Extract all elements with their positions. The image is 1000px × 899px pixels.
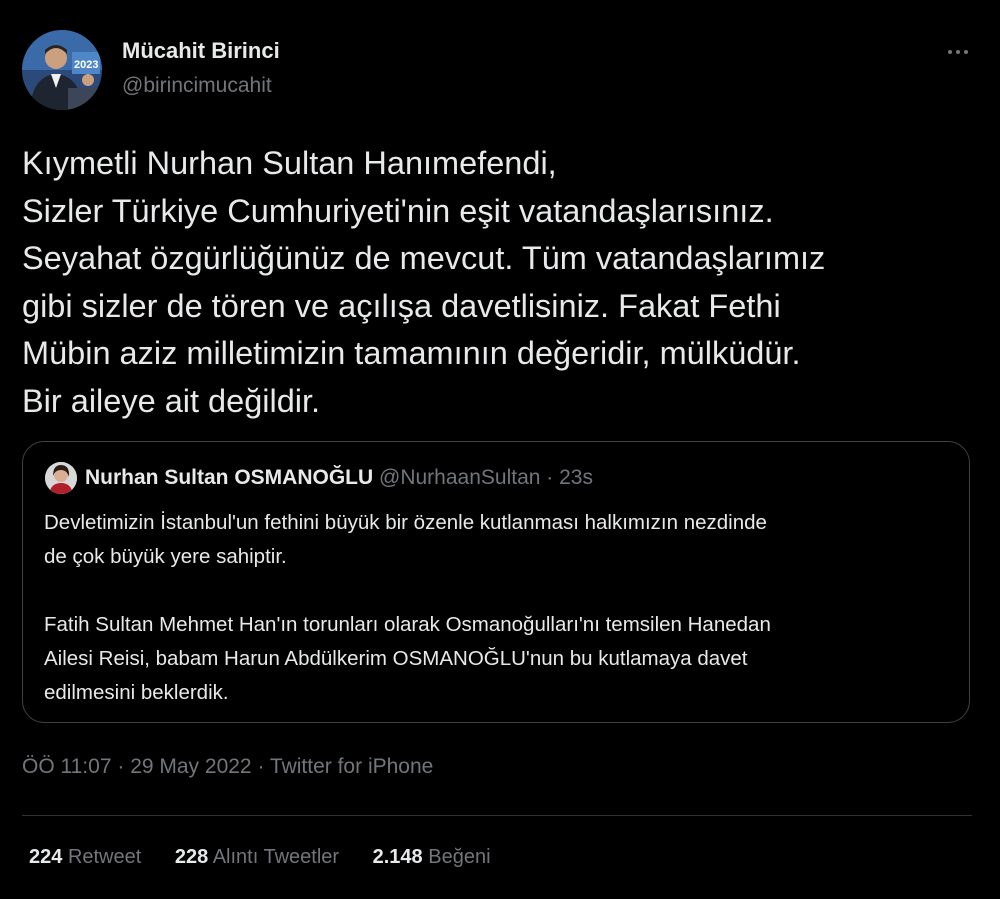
quoted-text-line: Fatih Sultan Mehmet Han'ın torunları ola… <box>44 613 771 636</box>
more-dot-icon <box>948 50 952 54</box>
quoted-author-handle[interactable]: @NurhaanSultan <box>379 466 540 489</box>
tweet-source[interactable]: Twitter for iPhone <box>270 755 433 778</box>
retweets-count: 224 <box>29 846 63 868</box>
tweet-text-line: Mübin aziz milletimizin tamamının değeri… <box>22 335 801 372</box>
tweet-text-line: Bir aileye ait değildir. <box>22 382 321 419</box>
quote-tweets-stat[interactable]: 228 Alıntı Tweetler <box>175 846 339 869</box>
quoted-separator: · <box>546 466 554 489</box>
more-dot-icon <box>956 50 960 54</box>
tweet-text: Kıymetli Nurhan Sultan Hanımefendi, Sizl… <box>22 140 978 426</box>
quoted-author-avatar[interactable] <box>45 462 77 494</box>
avatar-badge-text: 2023 <box>74 59 98 71</box>
retweets-label: Retweet <box>67 846 142 868</box>
quote-tweets-label: Alıntı Tweetler <box>212 846 340 868</box>
quoted-timestamp[interactable]: 23s <box>559 466 593 489</box>
retweets-stat[interactable]: 224 Retweet <box>29 846 141 869</box>
quoted-text-line: edilmesini beklerdik. <box>44 681 229 704</box>
quoted-text-line: Devletimizin İstanbul'un fethini büyük b… <box>44 511 767 534</box>
quoted-profile-photo-icon <box>45 462 77 494</box>
quoted-text-line: Ailesi Reisi, babam Harun Abdülkerim OSM… <box>44 647 748 670</box>
more-dot-icon <box>964 50 968 54</box>
author-handle[interactable]: @birincimucahit <box>122 74 272 98</box>
tweet-text-line: gibi sizler de tören ve açılışa davetlis… <box>22 287 781 324</box>
tweet-time[interactable]: ÖÖ 11:07 <box>22 755 112 778</box>
author-name[interactable]: Mücahit Birinci <box>122 38 280 64</box>
likes-label: Beğeni <box>428 846 491 868</box>
meta-separator: · <box>257 755 265 778</box>
tweet: 2023 Mücahit Birinci @birincimucahit Kıy… <box>0 0 1000 899</box>
quoted-tweet[interactable]: Nurhan Sultan OSMANOĞLU @NurhaanSultan ·… <box>22 441 970 723</box>
tweet-stats: 224 Retweet 228 Alıntı Tweetler 2.148 Be… <box>29 846 519 869</box>
divider <box>22 815 972 816</box>
more-options-button[interactable] <box>940 38 976 66</box>
quoted-author-name[interactable]: Nurhan Sultan OSMANOĞLU <box>85 466 373 489</box>
quote-tweets-count: 228 <box>174 846 209 868</box>
meta-separator: · <box>117 755 125 778</box>
tweet-meta: ÖÖ 11:07 · 29 May 2022 · Twitter for iPh… <box>22 755 433 779</box>
tweet-text-line: Kıymetli Nurhan Sultan Hanımefendi, <box>22 145 557 181</box>
profile-photo-icon: 2023 <box>22 30 102 110</box>
tweet-text-line: Sizler Türkiye Cumhuriyeti'nin eşit vata… <box>22 192 774 229</box>
quoted-header: Nurhan Sultan OSMANOĞLU @NurhaanSultan ·… <box>85 466 593 490</box>
quoted-text-line: de çok büyük yere sahiptir. <box>44 545 287 568</box>
tweet-date[interactable]: 29 May 2022 <box>130 755 251 778</box>
tweet-text-line: Seyahat özgürlüğünüz de mevcut. Tüm vata… <box>22 240 826 277</box>
quoted-text: Devletimizin İstanbul'un fethini büyük b… <box>44 506 954 710</box>
author-avatar[interactable]: 2023 <box>22 30 102 110</box>
likes-stat[interactable]: 2.148 Beğeni <box>373 846 491 869</box>
likes-count: 2.148 <box>372 846 423 868</box>
